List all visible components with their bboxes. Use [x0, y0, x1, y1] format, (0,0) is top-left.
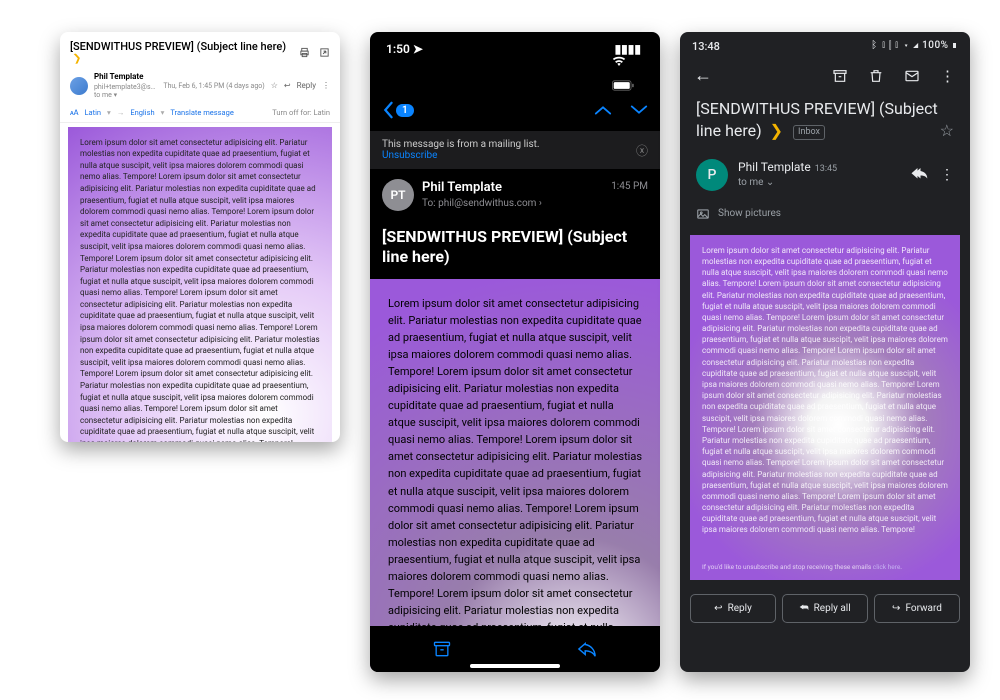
- battery-icon: ▮: [952, 40, 959, 51]
- star-icon[interactable]: ☆: [940, 120, 954, 142]
- sender-avatar[interactable]: [70, 77, 88, 95]
- to-line: to me: [94, 91, 112, 99]
- reply-label[interactable]: Reply: [297, 81, 316, 90]
- print-icon[interactable]: [298, 46, 310, 58]
- message-time: 13:45: [815, 164, 837, 174]
- archive-icon[interactable]: [432, 639, 452, 659]
- sender-name: Phil Template: [94, 72, 143, 81]
- subject-line: [SENDWITHUS PREVIEW] (Subject line here): [370, 221, 660, 279]
- back-button[interactable]: ←: [688, 65, 718, 86]
- more-menu-icon[interactable]: ⋮: [933, 67, 962, 85]
- vibrate-icon: ⫾⫿⫾: [881, 40, 901, 51]
- subject-line: [SENDWITHUS PREVIEW] (Subject line here): [70, 40, 286, 53]
- bluetooth-icon: ᛒ: [871, 40, 878, 51]
- sender-email: phil+template3@s…: [94, 83, 155, 91]
- to-line: To: phil@sendwithus.com: [422, 198, 536, 209]
- battery-percent: 100%: [922, 40, 948, 51]
- open-new-window-icon[interactable]: [318, 46, 330, 58]
- mark-unread-icon[interactable]: [897, 68, 927, 84]
- clock: 1:50: [386, 42, 410, 56]
- unread-count: 1: [396, 104, 414, 117]
- sender-avatar[interactable]: PT: [382, 179, 414, 211]
- wifi-icon: [612, 56, 644, 66]
- reply-icon[interactable]: ↩: [284, 81, 291, 90]
- email-body: Lorem ipsum dolor sit amet consectetur a…: [68, 127, 332, 442]
- reply-icon[interactable]: [576, 640, 598, 658]
- translate-action[interactable]: Translate message: [170, 108, 233, 117]
- translate-icon: 🗚: [70, 108, 79, 118]
- prev-message-icon[interactable]: [594, 104, 612, 116]
- ios-mail-panel: 1:50 ➤ ▮▮▮▮ 1 This message is from a mai…: [370, 32, 660, 672]
- reply-button[interactable]: ↩ Reply: [690, 594, 776, 623]
- dismiss-banner-icon[interactable]: ⓧ: [636, 142, 648, 159]
- gmail-web-panel: [SENDWITHUS PREVIEW] (Subject line here)…: [60, 32, 340, 442]
- expand-details-icon[interactable]: ›: [539, 198, 542, 209]
- important-marker-icon[interactable]: ❯: [770, 121, 783, 140]
- message-date: Thu, Feb 6, 1:45 PM (4 days ago): [163, 82, 264, 90]
- more-menu-icon[interactable]: ⋮: [322, 81, 330, 90]
- inbox-label[interactable]: Inbox: [793, 125, 825, 140]
- mailing-list-banner: This message is from a mailing list.: [382, 139, 540, 150]
- show-pictures-button[interactable]: Show pictures: [680, 201, 970, 231]
- important-marker-icon[interactable]: ❯: [72, 52, 82, 64]
- signal-icon: ◢: [913, 40, 920, 51]
- sender-avatar[interactable]: P: [696, 159, 728, 191]
- unsubscribe-link[interactable]: Unsubscribe: [382, 150, 540, 161]
- to-line: to me: [738, 177, 763, 188]
- delete-icon[interactable]: [861, 68, 891, 84]
- more-menu-icon[interactable]: ⋮: [940, 167, 954, 183]
- expand-details-icon[interactable]: ▾: [114, 91, 118, 99]
- location-icon: ➤: [413, 42, 423, 56]
- battery-icon: [612, 80, 644, 91]
- back-button[interactable]: 1: [382, 101, 414, 119]
- message-time: 1:45 PM: [611, 179, 648, 192]
- signal-icon: ▮▮▮▮: [615, 42, 641, 56]
- translate-to[interactable]: English: [130, 108, 154, 117]
- sender-name[interactable]: Phil Template: [422, 180, 603, 197]
- next-message-icon[interactable]: [630, 104, 648, 116]
- email-body: Lorem ipsum dolor sit amet consectetur a…: [370, 279, 660, 669]
- email-body: Lorem ipsum dolor sit amet consectetur a…: [690, 235, 960, 580]
- wifi-icon: ▾: [903, 40, 910, 51]
- star-icon[interactable]: ☆: [271, 81, 278, 90]
- reply-all-button[interactable]: ⮪ Reply all: [782, 594, 868, 623]
- unsubscribe-link[interactable]: click here: [873, 563, 901, 571]
- unsubscribe-footer: If you'd like to unsubscribe and stop re…: [702, 563, 902, 572]
- reply-icon[interactable]: [910, 167, 928, 183]
- translate-from[interactable]: Latin: [85, 108, 102, 117]
- sender-name[interactable]: Phil Template: [738, 160, 811, 174]
- android-gmail-panel: 13:48 ᛒ ⫾⫿⫾ ▾ ◢ 100% ▮ ← ⋮ [SENDWITHUS P…: [680, 32, 970, 672]
- clock: 13:48: [692, 40, 720, 53]
- expand-details-icon[interactable]: ⌄: [766, 177, 774, 188]
- translate-off[interactable]: Turn off for: Latin: [272, 108, 330, 117]
- archive-icon[interactable]: [825, 68, 855, 84]
- home-indicator[interactable]: [470, 664, 560, 668]
- forward-button[interactable]: ↪ Forward: [874, 594, 960, 623]
